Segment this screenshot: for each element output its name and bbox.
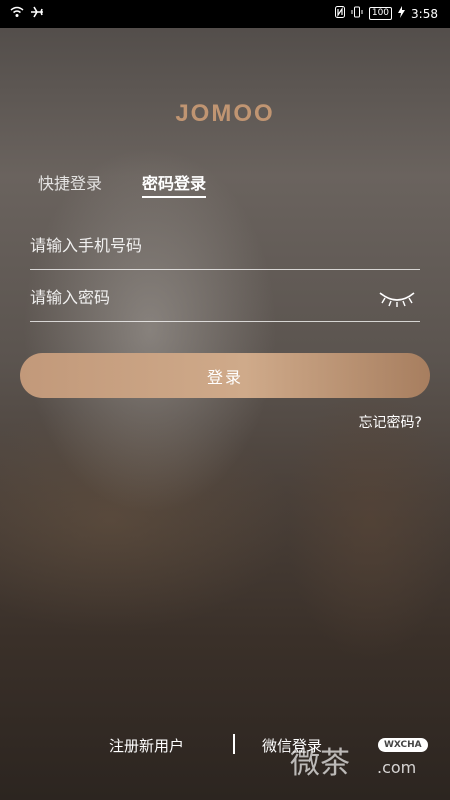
airplane-icon	[30, 6, 44, 21]
phone-input[interactable]	[30, 227, 360, 263]
eye-closed-icon[interactable]	[378, 287, 416, 313]
nfc-icon	[334, 6, 345, 21]
watermark-domain: .com	[377, 758, 417, 777]
register-link[interactable]: 注册新用户	[109, 735, 184, 756]
vibrate-icon	[351, 6, 363, 21]
divider	[233, 734, 235, 754]
wifi-icon	[10, 6, 24, 21]
watermark: 微茶 WXCHA .com	[290, 738, 428, 782]
phone-field	[30, 227, 420, 270]
tab-password-login[interactable]: 密码登录	[142, 170, 207, 198]
forgot-password-link[interactable]: 忘记密码?	[359, 412, 422, 432]
status-time: 3:58	[411, 6, 438, 21]
login-button[interactable]: 登录	[20, 353, 430, 398]
watermark-badge: WXCHA	[378, 738, 428, 752]
battery-icon: 100	[368, 7, 393, 20]
tab-quick-login[interactable]: 快捷登录	[38, 170, 102, 198]
password-field	[30, 279, 420, 322]
login-tabs: 快捷登录 密码登录	[38, 170, 207, 198]
status-bar: 100 3:58	[0, 0, 450, 28]
watermark-text: 微茶	[290, 746, 350, 781]
jomoo-logo: JOMOO	[175, 100, 275, 127]
charging-icon	[398, 6, 406, 21]
password-input[interactable]	[30, 279, 360, 315]
